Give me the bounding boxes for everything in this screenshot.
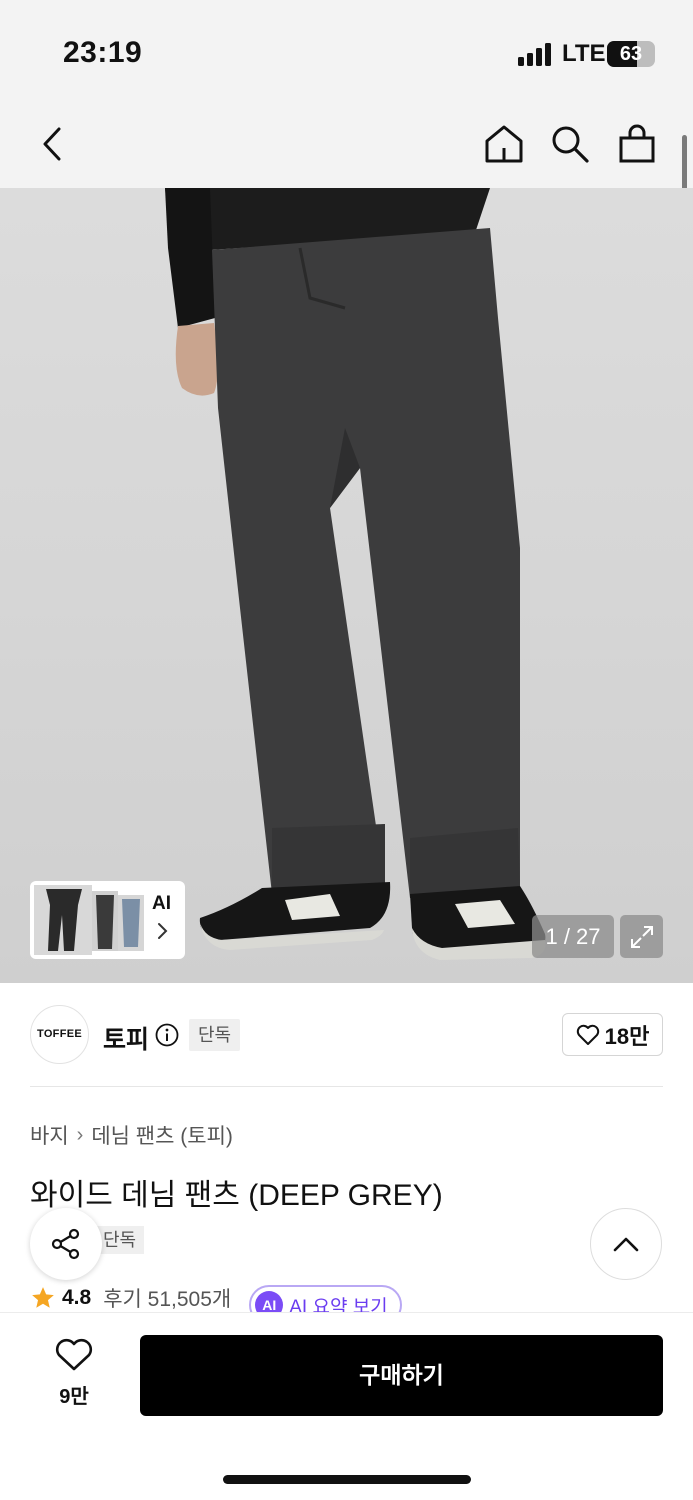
- divider: [30, 1086, 663, 1087]
- shopping-bag-icon: [619, 124, 655, 163]
- ai-summary-button[interactable]: AI AI 요약 보기: [249, 1285, 402, 1313]
- status-time: 23:19: [63, 36, 143, 69]
- rating-score: 4.8: [62, 1286, 92, 1309]
- breadcrumb-item[interactable]: 바지: [30, 1120, 69, 1150]
- scroll-to-top-button[interactable]: [590, 1208, 662, 1280]
- buy-button[interactable]: 구매하기: [140, 1335, 663, 1416]
- info-icon[interactable]: [155, 1023, 179, 1047]
- exclusive-tag: 단독: [95, 1226, 145, 1254]
- share-icon: [51, 1228, 80, 1260]
- top-nav-bar: [0, 100, 693, 188]
- battery-icon: 63: [607, 41, 655, 67]
- expand-button[interactable]: [620, 915, 663, 958]
- ai-thumbnail-strip[interactable]: AI: [30, 881, 185, 959]
- battery-level: 63: [619, 43, 643, 65]
- exclusive-badge: 단독: [189, 1019, 241, 1051]
- ai-badge-icon: AI: [255, 1291, 284, 1312]
- breadcrumb-item[interactable]: 데님 팬츠 (토피): [91, 1120, 233, 1150]
- ai-summary-label: AI 요약 보기: [289, 1296, 388, 1313]
- expand-icon: [630, 925, 653, 948]
- chevron-up-icon: [613, 1237, 639, 1252]
- search-button[interactable]: [546, 120, 594, 168]
- back-button[interactable]: [28, 120, 76, 168]
- ai-label: AI: [152, 893, 171, 914]
- thumbnail-images: [34, 885, 144, 955]
- share-button[interactable]: [30, 1208, 102, 1280]
- wishlist-count: 9만: [59, 1386, 89, 1408]
- heart-icon: [576, 1024, 599, 1045]
- network-label: LTE: [562, 40, 606, 67]
- breadcrumb: 바지 › 데님 팬츠 (토피): [30, 1120, 233, 1150]
- chevron-left-icon: [43, 127, 61, 161]
- home-indicator: [223, 1475, 471, 1484]
- search-icon: [552, 126, 589, 163]
- image-counter: 1 / 27: [532, 915, 614, 958]
- brand-like-button[interactable]: 18만: [562, 1013, 663, 1056]
- breadcrumb-separator-icon: ›: [76, 1123, 84, 1146]
- review-count[interactable]: 후기 51,505개: [103, 1284, 231, 1312]
- rating-row[interactable]: 4.8 후기 51,505개 AI AI 요약 보기: [30, 1284, 402, 1312]
- status-bar: 23:19 LTE 63: [0, 0, 693, 100]
- brand-row: TOFFEE 토피 단독 18만: [0, 983, 693, 1087]
- wishlist-button[interactable]: 9만: [40, 1337, 108, 1409]
- heart-icon: [55, 1338, 93, 1371]
- brand-like-count: 18만: [604, 1023, 650, 1049]
- cart-button[interactable]: [613, 120, 661, 168]
- chevron-right-icon: [158, 923, 168, 939]
- product-photo: [165, 188, 546, 960]
- home-button[interactable]: [480, 120, 528, 168]
- star-icon: [32, 1287, 54, 1308]
- signal-icon: [518, 42, 551, 66]
- brand-name[interactable]: 토피: [103, 1020, 149, 1056]
- product-image-gallery[interactable]: AI 1 / 27: [0, 188, 693, 983]
- brand-logo[interactable]: TOFFEE: [30, 1005, 89, 1064]
- bottom-action-bar: 9만 구매하기: [0, 1312, 693, 1500]
- home-icon: [485, 125, 523, 163]
- product-title: 와이드 데님 팬츠 (DEEP GREY): [30, 1179, 443, 1212]
